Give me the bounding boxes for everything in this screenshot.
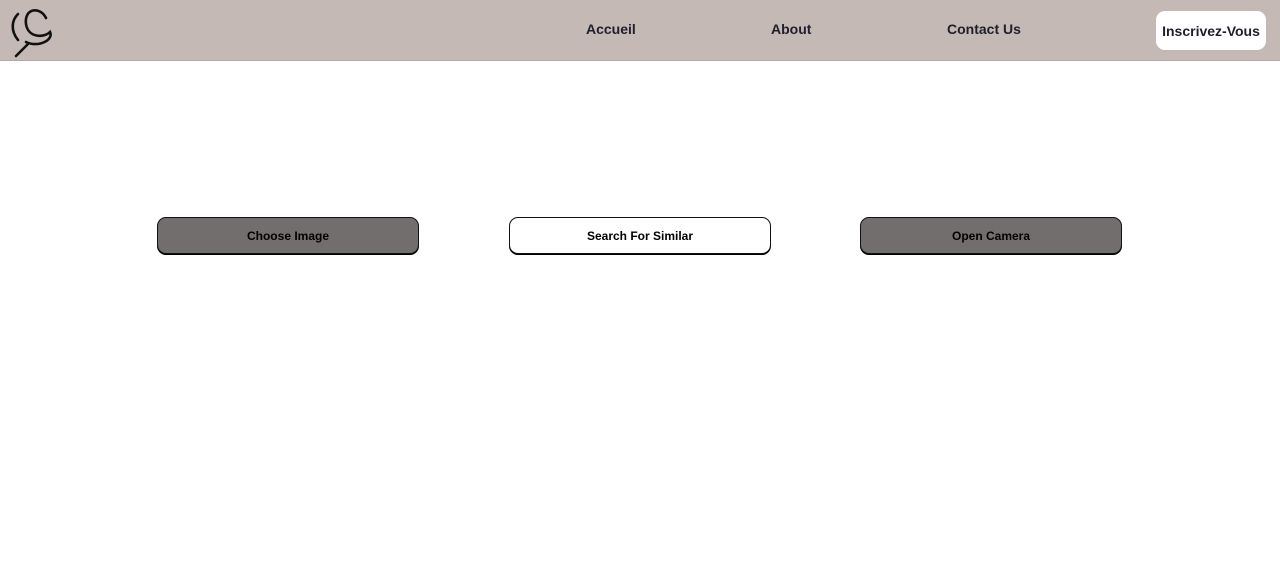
open-camera-button[interactable]: Open Camera [860, 217, 1122, 254]
signup-button[interactable]: Inscrivez-Vous [1156, 11, 1266, 50]
cs-monogram-logo-icon[interactable] [8, 4, 54, 60]
choose-image-button[interactable]: Choose Image [157, 217, 419, 254]
nav-link-accueil[interactable]: Accueil [586, 21, 636, 37]
nav-link-about[interactable]: About [771, 21, 811, 37]
nav-link-contact-us[interactable]: Contact Us [947, 21, 1021, 37]
search-similar-button[interactable]: Search For Similar [509, 217, 771, 254]
top-navbar: Accueil About Contact Us Inscrivez-Vous [0, 0, 1280, 61]
